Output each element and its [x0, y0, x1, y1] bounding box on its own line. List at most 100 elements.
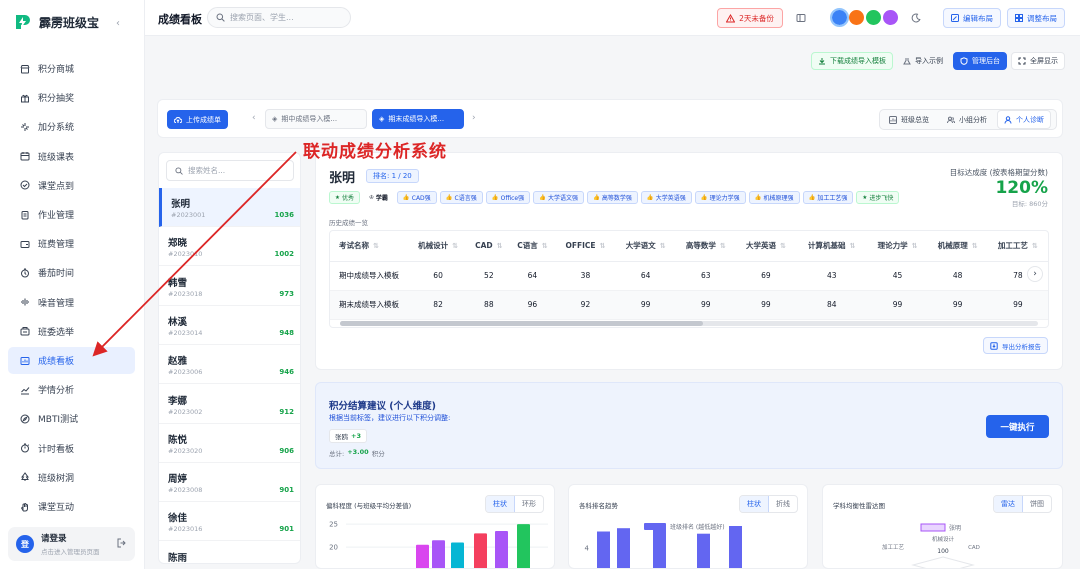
fullscreen-button[interactable]: 全屏显示	[1011, 52, 1065, 70]
view-class-overview-label: 班级总览	[901, 115, 929, 124]
table-row[interactable]: 期中成绩导入模板 60 52 64 38 64 63 69 43 45 48 78	[330, 261, 1048, 291]
sidebar-item-2[interactable]: 加分系统	[8, 113, 135, 140]
student-list-item[interactable]: 郑晓 #2023010 1002	[159, 227, 300, 267]
toggle-line[interactable]: 折线	[769, 496, 797, 512]
execute-button[interactable]: 一键执行	[986, 415, 1049, 438]
student-list-item[interactable]: 林溪 #2023014 948	[159, 306, 300, 345]
toggle-bar[interactable]: 柱状	[740, 496, 769, 512]
sidebar-item-5[interactable]: 作业管理	[8, 201, 135, 228]
dark-mode-moon-icon[interactable]	[911, 13, 921, 23]
table-scroll-right-button[interactable]: ›	[1027, 266, 1043, 282]
tabs-scroll-right-icon[interactable]: ›	[472, 113, 476, 123]
toggle-radar[interactable]: 雷达	[994, 496, 1023, 512]
table-cell: 48	[927, 261, 988, 291]
view-class-overview[interactable]: 班级总览	[882, 111, 936, 128]
bar[interactable]	[451, 542, 464, 569]
bar[interactable]	[697, 533, 710, 569]
table-scrollbar[interactable]	[340, 321, 1038, 326]
theme-color-purple[interactable]	[883, 10, 898, 25]
table-header[interactable]: 计算机基础 ⇅	[795, 231, 868, 262]
table-header[interactable]: CAD ⇅	[468, 231, 510, 262]
theme-color-green[interactable]	[866, 10, 881, 25]
bar[interactable]	[432, 540, 445, 569]
table-header[interactable]: 考试名称 ⇅	[330, 231, 408, 262]
tag-icon: ★	[335, 194, 340, 201]
edit-layout-button[interactable]: 编辑布局	[943, 8, 1001, 28]
sidebar-item-10[interactable]: 成绩看板	[8, 347, 135, 374]
sound-wave-icon	[21, 298, 29, 306]
bar[interactable]	[617, 528, 630, 569]
table-scrollbar-thumb[interactable]	[340, 321, 703, 326]
student-list-item[interactable]: 张明 #2023001 1036	[159, 188, 300, 227]
table-header[interactable]: OFFICE ⇅	[555, 231, 616, 262]
tabs-scroll-left-icon[interactable]: ‹	[252, 113, 256, 123]
bar[interactable]	[416, 544, 429, 569]
theme-color-orange[interactable]	[849, 10, 864, 25]
student-list-item[interactable]: 徐佳 #2023016 901	[159, 502, 300, 542]
global-search-input[interactable]: 搜索页面、学生...	[207, 7, 351, 28]
download-template-button[interactable]: 下载成绩导入模板	[811, 52, 893, 70]
gift-icon	[21, 94, 29, 103]
login-panel[interactable]: 登 请登录 点击进入管理员页面	[8, 527, 135, 561]
toggle-pie[interactable]: 饼图	[1023, 496, 1051, 512]
sidebar-item-0[interactable]: 积分商城	[8, 55, 135, 82]
adjust-layout-button[interactable]: 调整布局	[1007, 8, 1065, 28]
table-header-label: 高等数学	[685, 241, 716, 251]
export-report-button[interactable]: 导出分析报告	[983, 337, 1048, 354]
sidebar-item-9[interactable]: 班委选举	[8, 318, 135, 345]
login-title: 请登录	[41, 534, 67, 544]
profile-tag: 👍 机械原理强	[748, 191, 800, 204]
bar[interactable]	[517, 524, 530, 569]
bar[interactable]	[729, 526, 742, 569]
bar[interactable]	[474, 533, 487, 569]
student-list-item[interactable]: 赵雅 #2023006 946	[159, 345, 300, 385]
upload-scores-button[interactable]: 上传成绩单	[167, 110, 228, 129]
student-list-item[interactable]: 韩雪 #2023018 973	[159, 267, 300, 306]
student-search-input[interactable]: 搜索姓名...	[166, 160, 294, 181]
theme-color-blue[interactable]	[830, 8, 849, 27]
table-header[interactable]: 机械原理 ⇅	[927, 231, 988, 262]
app-logo[interactable]: 霹雳班级宝	[14, 13, 99, 31]
table-cell: 63	[675, 261, 736, 291]
student-list-item[interactable]: 陈雨	[159, 542, 300, 563]
table-header[interactable]: 加工工艺 ⇅	[987, 231, 1048, 262]
profile-name: 张明	[329, 171, 356, 186]
import-example-button[interactable]: 导入示例	[896, 52, 950, 70]
sidebar-item-1[interactable]: 积分抽奖	[8, 84, 135, 111]
bar[interactable]	[495, 531, 508, 569]
sidebar-item-12[interactable]: MBTI测试	[8, 405, 135, 432]
table-header[interactable]: 高等数学 ⇅	[675, 231, 736, 262]
table-header[interactable]: 机械设计 ⇅	[408, 231, 469, 262]
sidebar-item-4[interactable]: 课堂点到	[8, 172, 135, 199]
sidebar-item-label: 课堂点到	[38, 181, 75, 192]
sidebar-item-11[interactable]: 学情分析	[8, 376, 135, 403]
toggle-donut[interactable]: 环形	[515, 496, 543, 512]
view-personal-diagnosis[interactable]: 个人诊断	[997, 110, 1051, 129]
table-header[interactable]: 大学英语 ⇅	[735, 231, 796, 262]
table-row[interactable]: 期末成绩导入模板 82 88 96 92 99 99 99 84 99 99 99	[330, 290, 1048, 320]
student-list-item[interactable]: 陈悦 #2023020 906	[159, 424, 300, 463]
toggle-bar[interactable]: 柱状	[486, 496, 515, 512]
layout-panel-icon[interactable]	[796, 13, 806, 23]
sidebar-item-8[interactable]: 噪音管理	[8, 289, 135, 316]
sidebar-item-13[interactable]: 计时看板	[8, 435, 135, 462]
collapse-sidebar-icon[interactable]: ‹	[116, 18, 120, 29]
table-header[interactable]: 大学语文 ⇅	[615, 231, 676, 262]
table-header[interactable]: 理论力学 ⇅	[867, 231, 928, 262]
sidebar-item-3[interactable]: 班级课表	[8, 143, 135, 170]
logout-icon[interactable]	[117, 538, 127, 548]
sidebar-item-15[interactable]: 课堂互动	[8, 493, 135, 520]
sidebar-item-6[interactable]: 班费管理	[8, 230, 135, 257]
sidebar-item-14[interactable]: 班级树洞	[8, 464, 135, 491]
student-list-item[interactable]: 李娜 #2023002 912	[159, 385, 300, 424]
exam-tab-final[interactable]: ◈ 期末成绩导入模...	[372, 109, 464, 129]
table-header[interactable]: C语言 ⇅	[509, 231, 556, 262]
exam-tab-midterm[interactable]: ◈ 期中成绩导入模...	[265, 109, 367, 129]
bar[interactable]	[653, 523, 666, 569]
admin-button[interactable]: 管理后台	[953, 52, 1007, 70]
bar[interactable]	[597, 531, 610, 569]
view-group-analysis[interactable]: 小组分析	[940, 111, 994, 128]
sidebar-item-7[interactable]: 番茄时间	[8, 259, 135, 286]
backup-warning-button[interactable]: 2天未备份	[717, 8, 783, 28]
student-list-item[interactable]: 周婷 #2023008 901	[159, 463, 300, 503]
